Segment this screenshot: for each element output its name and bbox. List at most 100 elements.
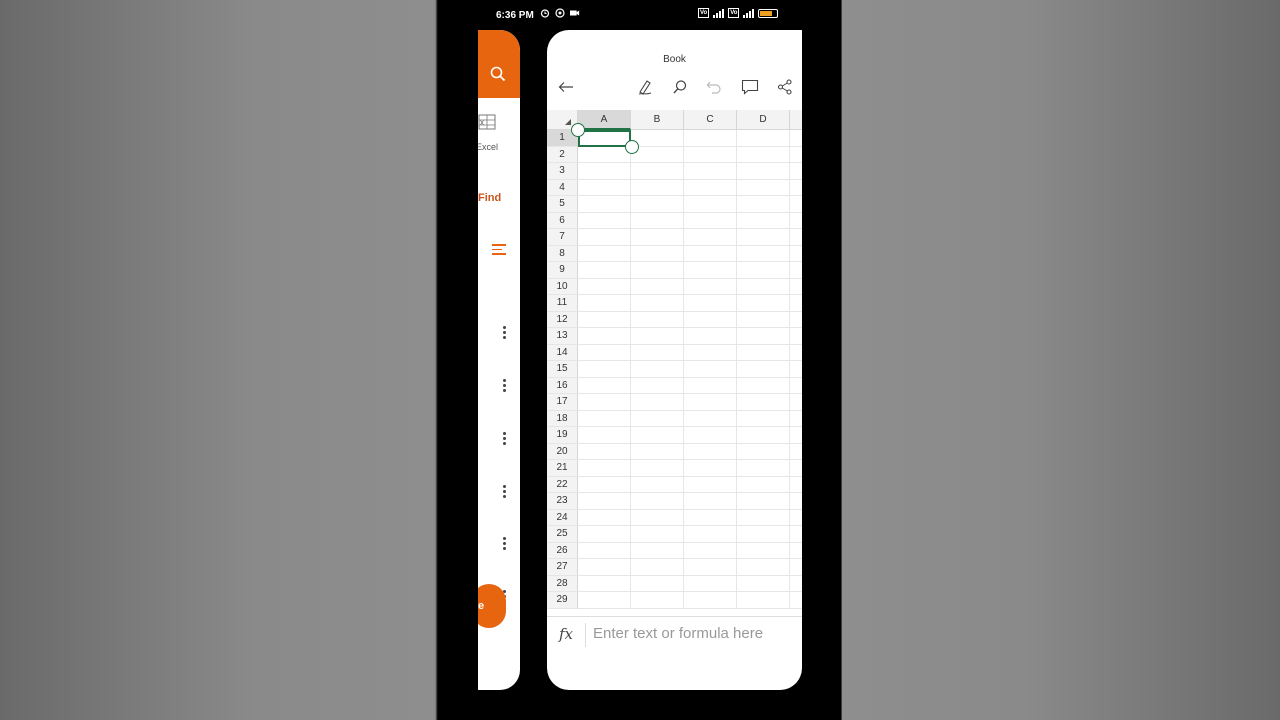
row-header[interactable]: 25	[547, 526, 578, 543]
grid-cell[interactable]	[578, 410, 631, 426]
grid-cell[interactable]	[684, 163, 737, 179]
row-header[interactable]: 17	[547, 394, 578, 411]
grid-cell[interactable]	[631, 410, 684, 426]
grid-cell[interactable]	[684, 575, 737, 591]
column-header-b[interactable]: B	[631, 110, 684, 130]
grid-cell[interactable]	[684, 542, 737, 558]
grid-cell[interactable]	[631, 592, 684, 608]
grid-cell[interactable]	[684, 361, 737, 377]
grid-cell[interactable]	[684, 427, 737, 443]
row-header[interactable]: 15	[547, 361, 578, 378]
grid-cell[interactable]	[737, 344, 790, 360]
grid-cell[interactable]	[578, 245, 631, 261]
spreadsheet-grid[interactable]: A B C D 1 2 3 4 5 6 7 8 9 10 11 12 13 14 15 16 17 18 19 20 2…	[547, 110, 802, 616]
grid-cell[interactable]	[578, 427, 631, 443]
grid-cell[interactable]	[578, 542, 631, 558]
grid-cell[interactable]	[684, 377, 737, 393]
grid-cell[interactable]	[631, 526, 684, 542]
grid-cell[interactable]	[631, 196, 684, 212]
grid-cell[interactable]	[684, 328, 737, 344]
grid-cell[interactable]	[578, 212, 631, 228]
row-header[interactable]: 8	[547, 245, 578, 262]
grid-cell[interactable]	[684, 262, 737, 278]
grid-cell[interactable]	[578, 559, 631, 575]
row-header[interactable]: 10	[547, 278, 578, 295]
grid-cell[interactable]	[578, 262, 631, 278]
row-header[interactable]: 28	[547, 575, 578, 592]
grid-cell[interactable]	[684, 460, 737, 476]
row-header[interactable]: 22	[547, 476, 578, 493]
more-options-icon[interactable]	[503, 379, 506, 394]
find-button[interactable]: Find	[478, 192, 501, 204]
grid-cell[interactable]	[684, 212, 737, 228]
grid-cell[interactable]	[631, 179, 684, 195]
grid-cell[interactable]	[737, 212, 790, 228]
grid-cell[interactable]	[737, 443, 790, 459]
grid-cell[interactable]	[631, 575, 684, 591]
grid-cell[interactable]	[737, 493, 790, 509]
row-header[interactable]: 29	[547, 592, 578, 609]
grid-cell[interactable]	[631, 443, 684, 459]
grid-cell[interactable]	[631, 509, 684, 525]
grid-cell[interactable]	[737, 460, 790, 476]
share-button[interactable]	[774, 76, 796, 98]
grid-cell[interactable]	[578, 229, 631, 245]
sort-menu-icon[interactable]	[492, 244, 506, 258]
grid-cell[interactable]	[737, 559, 790, 575]
grid-cell[interactable]	[631, 229, 684, 245]
row-header[interactable]: 14	[547, 344, 578, 361]
grid-cell[interactable]	[737, 196, 790, 212]
grid-cell[interactable]	[578, 377, 631, 393]
workbook-title[interactable]: Book	[547, 54, 802, 65]
grid-cell[interactable]	[578, 493, 631, 509]
grid-cell[interactable]	[684, 493, 737, 509]
grid-cell[interactable]	[578, 592, 631, 608]
grid-cell[interactable]	[737, 394, 790, 410]
grid-cell[interactable]	[684, 509, 737, 525]
function-icon[interactable]: fx	[559, 625, 573, 643]
draw-button[interactable]	[634, 76, 656, 98]
grid-cell[interactable]	[737, 179, 790, 195]
grid-cell[interactable]	[684, 410, 737, 426]
grid-cell[interactable]	[737, 311, 790, 327]
more-options-icon[interactable]	[503, 485, 506, 500]
grid-cell[interactable]	[578, 295, 631, 311]
row-header[interactable]: 20	[547, 443, 578, 460]
grid-cell[interactable]	[578, 196, 631, 212]
row-header[interactable]: 9	[547, 262, 578, 279]
column-header-c[interactable]: C	[684, 110, 737, 130]
grid-cell[interactable]	[631, 493, 684, 509]
grid-cell[interactable]	[684, 443, 737, 459]
grid-cell[interactable]	[684, 229, 737, 245]
grid-cell[interactable]	[578, 146, 631, 162]
back-button[interactable]	[555, 76, 577, 98]
grid-cell[interactable]	[737, 229, 790, 245]
grid-cell[interactable]	[578, 344, 631, 360]
row-header[interactable]: 6	[547, 212, 578, 229]
grid-cell[interactable]	[578, 394, 631, 410]
grid-cell[interactable]	[631, 262, 684, 278]
column-header-d[interactable]: D	[737, 110, 790, 130]
grid-cell[interactable]	[631, 427, 684, 443]
grid-cell[interactable]	[631, 311, 684, 327]
grid-cell[interactable]	[578, 361, 631, 377]
grid-cell[interactable]	[737, 410, 790, 426]
grid-cell[interactable]	[631, 130, 684, 146]
selected-cell-a1[interactable]	[578, 130, 631, 147]
grid-cell[interactable]	[737, 427, 790, 443]
grid-cell[interactable]	[631, 295, 684, 311]
grid-cell[interactable]	[631, 344, 684, 360]
grid-cell[interactable]	[578, 163, 631, 179]
more-options-icon[interactable]	[503, 537, 506, 552]
grid-cell[interactable]	[631, 476, 684, 492]
row-header[interactable]: 2	[547, 146, 578, 163]
grid-cell[interactable]	[737, 328, 790, 344]
grid-cell[interactable]	[578, 460, 631, 476]
grid-cell[interactable]	[578, 476, 631, 492]
grid-cell[interactable]	[737, 526, 790, 542]
row-header[interactable]: 16	[547, 377, 578, 394]
grid-cell[interactable]	[684, 130, 737, 146]
grid-cell[interactable]	[631, 278, 684, 294]
grid-cell[interactable]	[631, 361, 684, 377]
grid-cell[interactable]	[578, 278, 631, 294]
